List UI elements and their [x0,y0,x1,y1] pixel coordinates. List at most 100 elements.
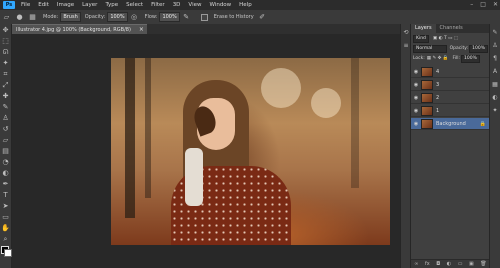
quick-select-tool-icon[interactable]: ✦ [1,59,10,68]
eyedropper-tool-icon[interactable]: ⤢ [1,81,10,90]
eye-icon[interactable]: ◉ [413,121,419,127]
clone-source-icon[interactable]: ♙ [491,42,499,50]
fill-field[interactable]: 100% [461,55,480,63]
layer-thumbnail [421,92,433,103]
brush-preset-icon[interactable]: ● [15,13,24,22]
layers-panel-footer: ∞ fx ◘ ◐ ▭ ▣ 🗑 [411,259,490,268]
shape-tool-icon[interactable]: ▭ [1,213,10,222]
flow-field[interactable]: 100% [159,12,180,22]
zoom-tool-icon[interactable]: ⌕ [1,235,10,244]
layer-row[interactable]: ◉ 3 [411,79,490,91]
tab-channels[interactable]: Channels [436,24,467,33]
layer-thumbnail [421,79,433,90]
character-icon[interactable]: A [491,68,499,76]
lock-options-icons[interactable]: ▦ ✎ ✥ 🔒 [427,55,449,63]
layer-style-icon[interactable]: fx [425,261,430,267]
adjustment-layer-icon[interactable]: ◐ [447,261,451,267]
paragraph-icon[interactable]: ¶ [491,55,499,63]
crop-tool-icon[interactable]: ⌗ [1,70,10,79]
tree-trunk [145,58,151,198]
type-tool-icon[interactable]: T [1,191,10,200]
menu-window[interactable]: Window [205,0,235,10]
menu-bar: Ps File Edit Image Layer Type Select Fil… [0,0,500,10]
minimize-button[interactable]: – [470,0,473,10]
stamp-tool-icon[interactable]: ♙ [1,114,10,123]
brush-settings-icon[interactable]: ✎ [491,29,499,37]
eye-icon[interactable]: ◉ [413,108,419,114]
filter-type-icons[interactable]: ▣ ◐ T ▭ ⬚ [433,35,458,43]
maximize-button[interactable]: □ [480,0,486,10]
menu-select[interactable]: Select [122,0,147,10]
eye-icon[interactable]: ◉ [413,95,419,101]
menu-type[interactable]: Type [101,0,122,10]
eraser-tool-icon[interactable]: ▱ [2,13,11,22]
menu-file[interactable]: File [17,0,34,10]
close-window-button[interactable]: ✕ [493,0,498,10]
erase-history-checkbox[interactable] [200,13,208,21]
background-color-swatch[interactable] [4,249,12,257]
add-mask-icon[interactable]: ◘ [436,261,440,267]
canvas-image[interactable] [111,58,390,245]
marquee-tool-icon[interactable]: ⬚ [1,37,10,46]
fill-label: Fill: [452,56,460,61]
photoshop-logo: Ps [3,1,15,9]
dodge-tool-icon[interactable]: ◐ [1,169,10,178]
layer-thumbnail [421,118,433,129]
menu-image[interactable]: Image [53,0,78,10]
menu-filter[interactable]: Filter [147,0,169,10]
pen-tool-icon[interactable]: ✒ [1,180,10,189]
new-layer-icon[interactable]: ▣ [469,261,474,267]
kind-filter-select[interactable]: Kind [413,35,429,43]
blend-mode-select[interactable]: Normal [413,45,447,53]
swatches-icon[interactable]: ▦ [491,81,499,89]
tools-panel: ✥ ⬚ ᘏ ✦ ⌗ ⤢ ✚ ✎ ♙ ↺ ▱ ▤ ◔ ◐ ✒ T ➤ ▭ ✋ ⌕ [0,24,12,268]
eye-icon[interactable]: ◉ [413,82,419,88]
delete-layer-icon[interactable]: 🗑 [480,261,486,267]
opacity-field[interactable]: 100% [107,12,128,22]
airbrush-icon[interactable]: ✎ [182,13,191,22]
pressure-size-icon[interactable]: ✐ [258,13,267,22]
properties-panel-icon[interactable]: ≡ [402,42,410,50]
layer-name: 3 [436,81,440,88]
menu-view[interactable]: View [184,0,205,10]
eraser-tool-icon[interactable]: ▱ [1,136,10,145]
eye-icon[interactable]: ◉ [413,69,419,75]
menu-3d[interactable]: 3D [169,0,185,10]
layer-row[interactable]: ◉ 1 [411,105,490,117]
layer-row-background[interactable]: ◉ Background 🔒 [411,118,490,130]
blur-tool-icon[interactable]: ◔ [1,158,10,167]
tab-layers[interactable]: Layers [411,24,436,33]
gradient-tool-icon[interactable]: ▤ [1,147,10,156]
link-layers-icon[interactable]: ∞ [414,261,418,267]
bokeh-light [311,88,341,118]
lasso-tool-icon[interactable]: ᘏ [1,48,10,57]
layer-row[interactable]: ◉ 2 [411,92,490,104]
mode-label: Mode: [43,14,59,20]
menu-layer[interactable]: Layer [78,0,101,10]
healing-tool-icon[interactable]: ✚ [1,92,10,101]
mode-select[interactable]: Brush [60,12,81,22]
flow-label: Flow: [144,14,158,20]
styles-icon[interactable]: ✦ [491,107,499,115]
brush-tool-icon[interactable]: ✎ [1,103,10,112]
new-group-icon[interactable]: ▭ [458,261,463,267]
menu-help[interactable]: Help [235,0,256,10]
layer-opacity-field[interactable]: 100% [469,45,488,53]
layer-row[interactable]: ◉ 4 [411,66,490,78]
brush-panel-icon[interactable]: ▦ [28,13,37,22]
move-tool-icon[interactable]: ✥ [1,26,10,35]
lock-row: Lock: ▦ ✎ ✥ 🔒 Fill: 100% [413,55,488,63]
lock-label: Lock: [413,56,425,61]
path-select-tool-icon[interactable]: ➤ [1,202,10,211]
history-brush-tool-icon[interactable]: ↺ [1,125,10,134]
pressure-opacity-icon[interactable]: ◎ [130,13,139,22]
lock-icon: 🔒 [479,120,486,127]
layer-thumbnail [421,105,433,116]
adjustments-icon[interactable]: ◐ [491,94,499,102]
hand-tool-icon[interactable]: ✋ [1,224,10,233]
menu-edit[interactable]: Edit [34,0,53,10]
history-panel-icon[interactable]: ⟲ [402,29,410,37]
options-bar: ▱ ● ▦ Mode: Brush Opacity: 100% ◎ Flow: … [0,10,500,25]
layer-name: 4 [436,68,440,75]
bokeh-light [261,68,301,108]
